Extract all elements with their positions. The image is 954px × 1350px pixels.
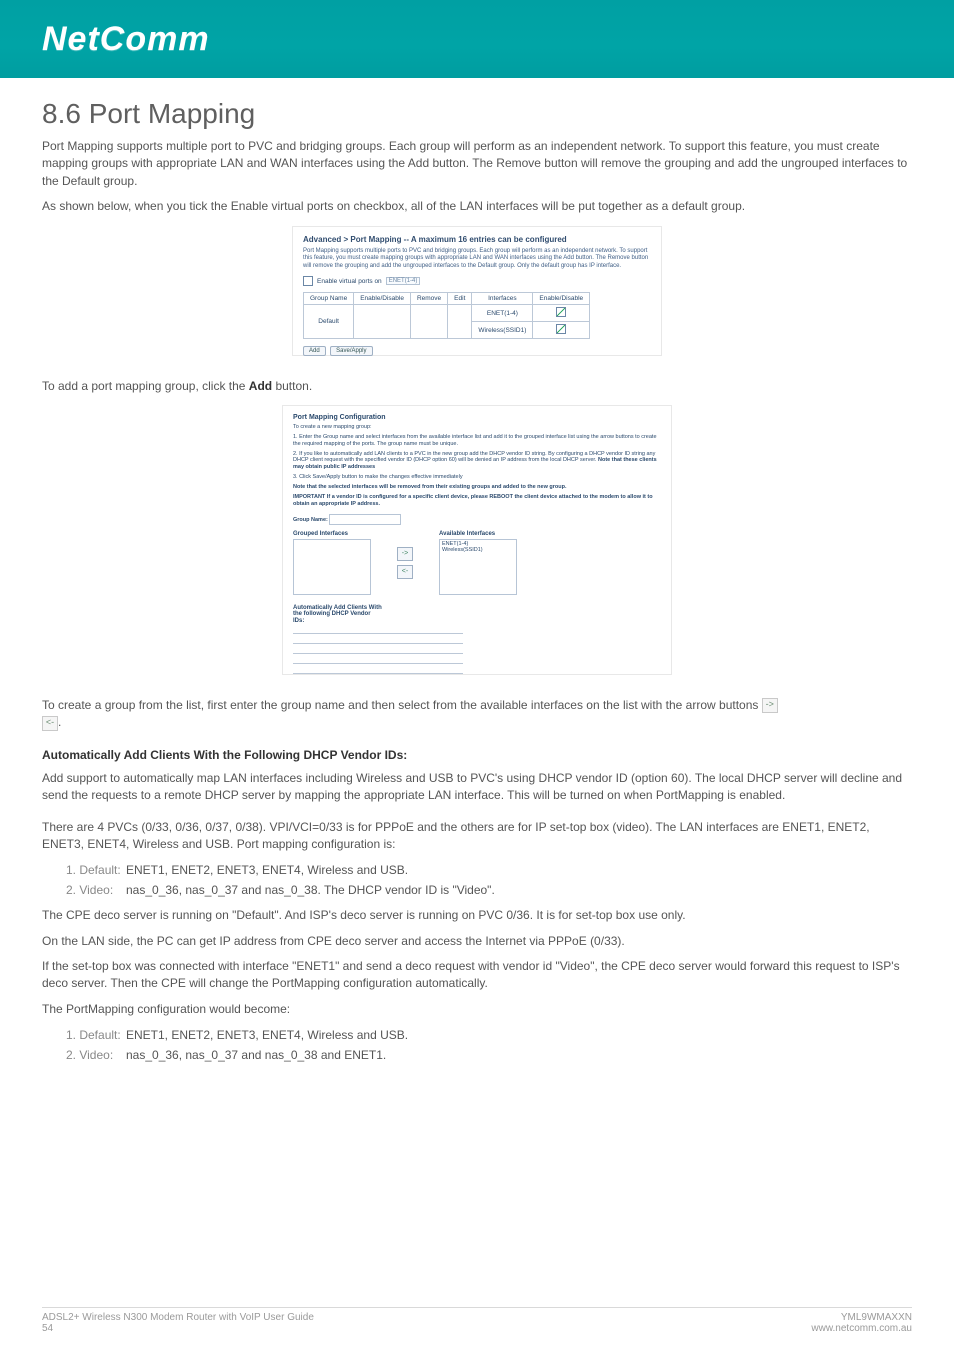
port-mapping-table: Group Name Enable/Disable Remove Edit In… xyxy=(303,292,590,339)
list-item: 2. Video:nas_0_36, nas_0_37 and nas_0_38… xyxy=(42,881,912,899)
row-enable-checkbox-2[interactable] xyxy=(556,324,566,334)
cell-if-wireless: Wireless(SSID1) xyxy=(472,322,533,339)
list-item: 1. Default:ENET1, ENET2, ENET3, ENET4, W… xyxy=(42,1026,912,1044)
shot-a-add-button[interactable]: Add xyxy=(303,346,326,356)
shot-a-title: Advanced > Port Mapping -- A maximum 16 … xyxy=(303,235,651,244)
become-paragraph: The PortMapping configuration would beco… xyxy=(42,1001,912,1018)
enable-virtual-ports-label: Enable virtual ports on xyxy=(317,278,382,285)
table-row: Default ENET(1-4) xyxy=(304,305,590,322)
available-interfaces-list[interactable]: ENET(1-4) Wireless(SSID1) xyxy=(439,539,517,595)
vendor-ids-label: Automatically Add Clients With the follo… xyxy=(293,605,383,625)
arrow-left-button[interactable]: <- xyxy=(397,565,413,579)
grouped-interfaces-list[interactable] xyxy=(293,539,371,595)
add-instruction: To add a port mapping group, click the A… xyxy=(42,378,912,395)
add-instruction-pre: To add a port mapping group, click the xyxy=(42,379,249,393)
shot-a-save-button[interactable]: Save/Apply xyxy=(330,346,372,356)
auto-add-paragraph: Add support to automatically map LAN int… xyxy=(42,770,912,805)
create-group-text: To create a group from the list, first e… xyxy=(42,698,762,712)
intro-paragraph-2: As shown below, when you tick the Enable… xyxy=(42,198,912,215)
col-edit: Edit xyxy=(448,293,472,305)
group-name-label: Group Name: xyxy=(293,517,328,523)
stb-paragraph: If the set-top box was connected with in… xyxy=(42,958,912,993)
screenshot-port-mapping-list: Advanced > Port Mapping -- A maximum 16 … xyxy=(292,226,662,356)
lan-paragraph: On the LAN side, the PC can get IP addre… xyxy=(42,933,912,950)
col-interfaces: Interfaces xyxy=(472,293,533,305)
page-title: 8.6 Port Mapping xyxy=(42,98,912,130)
arrow-left-icon: <- xyxy=(42,716,58,731)
shot-b-l2: 1. Enter the Group name and select inter… xyxy=(293,434,661,448)
intro-paragraph-1: Port Mapping supports multiple port to P… xyxy=(42,138,912,190)
enable-virtual-ports-select[interactable]: ENET(1-4) xyxy=(386,277,421,285)
footer-url: www.netcomm.com.au xyxy=(811,1323,912,1334)
group-name-input[interactable] xyxy=(329,514,401,525)
shot-b-l4: 3. Click Save/Apply button to make the c… xyxy=(293,474,661,481)
footer-page-number: 54 xyxy=(42,1323,314,1334)
page-footer: ADSL2+ Wireless N300 Modem Router with V… xyxy=(42,1307,912,1334)
col-remove: Remove xyxy=(410,293,447,305)
add-instruction-post: button. xyxy=(272,379,312,393)
list-item[interactable]: Wireless(SSID1) xyxy=(442,547,514,553)
footer-product: ADSL2+ Wireless N300 Modem Router with V… xyxy=(42,1312,314,1323)
col-group-name: Group Name xyxy=(304,293,354,305)
cpe-paragraph: The CPE deco server is running on "Defau… xyxy=(42,907,912,924)
brand-logo: NetComm xyxy=(42,20,210,59)
enable-virtual-ports-checkbox[interactable] xyxy=(303,276,313,286)
shot-b-l3: 2. If you like to automatically add LAN … xyxy=(293,451,661,472)
cell-group-default: Default xyxy=(304,305,354,339)
create-group-line: To create a group from the list, first e… xyxy=(42,697,912,732)
arrow-right-icon: -> xyxy=(762,698,778,713)
cell-if-enet: ENET(1-4) xyxy=(472,305,533,322)
available-interfaces-label: Available Interfaces xyxy=(439,531,517,537)
footer-doc-id: YML9WMAXXN xyxy=(811,1312,912,1323)
arrow-right-button[interactable]: -> xyxy=(397,547,413,561)
col-enable-disable-1: Enable/Disable xyxy=(354,293,411,305)
screenshot-port-mapping-config: Port Mapping Configuration To create a n… xyxy=(282,405,672,675)
shot-b-important: IMPORTANT If a vendor ID is configured f… xyxy=(293,494,661,508)
auto-add-heading: Automatically Add Clients With the Follo… xyxy=(42,748,912,762)
shot-b-title: Port Mapping Configuration xyxy=(293,414,661,421)
grouped-interfaces-label: Grouped Interfaces xyxy=(293,531,371,537)
shot-b-l1: To create a new mapping group: xyxy=(293,424,661,431)
list-item: 2. Video:nas_0_36, nas_0_37 and nas_0_38… xyxy=(42,1046,912,1064)
add-button-ref: Add xyxy=(249,379,272,393)
row-enable-checkbox-1[interactable] xyxy=(556,307,566,317)
pvc-paragraph: There are 4 PVCs (0/33, 0/36, 0/37, 0/38… xyxy=(42,819,912,854)
shot-b-note: Note that the selected interfaces will b… xyxy=(293,484,661,491)
vendor-ids-inputs[interactable] xyxy=(293,624,661,674)
create-group-period: . xyxy=(58,715,61,729)
shot-a-desc: Port Mapping supports multiple ports to … xyxy=(303,248,651,271)
col-enable-disable-2: Enable/Disable xyxy=(533,293,590,305)
config-list-2: 1. Default:ENET1, ENET2, ENET3, ENET4, W… xyxy=(42,1026,912,1064)
config-list-1: 1. Default:ENET1, ENET2, ENET3, ENET4, W… xyxy=(42,861,912,899)
header-band: NetComm xyxy=(0,0,954,78)
list-item: 1. Default:ENET1, ENET2, ENET3, ENET4, W… xyxy=(42,861,912,879)
